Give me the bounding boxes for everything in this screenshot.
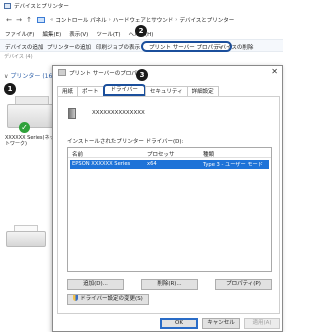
control-panel-icon [37, 17, 45, 23]
breadcrumb-separator-icon: › [175, 17, 178, 23]
tab-advanced[interactable]: 詳細設定 [186, 86, 219, 96]
breadcrumb-control-panel[interactable]: コントロール パネル [55, 16, 106, 24]
command-bar: デバイスの追加 プリンターの追加 印刷ジョブの表示 プリント サーバー プロパテ… [0, 39, 283, 52]
server-name: XXXXXXXXXXXXXX [92, 110, 145, 116]
add-driver-button[interactable]: 追加(D)... [67, 279, 124, 290]
see-print-queue-button[interactable]: 印刷ジョブの表示 [96, 43, 140, 51]
driver-list[interactable]: 名前 プロセッサ 種類 EPSON XXXXXX Series x64 Type… [67, 147, 272, 272]
devices-group-header[interactable]: デバイス (4) [4, 53, 33, 60]
tab-ports[interactable]: ポート [77, 86, 104, 96]
close-icon[interactable]: ✕ [271, 67, 278, 76]
printer-body-part [6, 231, 46, 247]
ok-button[interactable]: OK [160, 318, 198, 329]
printer-label[interactable]: XXXXXX Series(ネットワーク) [5, 135, 57, 147]
devices-and-printers-icon [4, 3, 11, 9]
dialog-titlebar: プリント サーバーのプロパティ ✕ [53, 66, 282, 79]
printer-icon[interactable] [6, 225, 46, 251]
driver-type: Type 3 - ユーザー モード [203, 162, 263, 168]
tab-paper[interactable]: 用紙 [57, 86, 79, 96]
printers-group-header[interactable]: ∨ プリンター (16) [4, 71, 55, 80]
step-badge-1: 1 [4, 83, 16, 95]
up-arrow-icon[interactable]: ↑ [24, 16, 34, 24]
apply-button[interactable]: 適用(A) [244, 318, 280, 329]
remove-driver-button[interactable]: 削除(R)... [141, 279, 198, 290]
cancel-button[interactable]: キャンセル [202, 318, 240, 329]
menu-tools[interactable]: ツール(T) [96, 30, 120, 38]
tab-drivers[interactable]: ドライバー [102, 84, 146, 96]
menu-file[interactable]: ファイル(F) [5, 30, 34, 38]
installed-drivers-label: インストールされたプリンター ドライバー(D): [67, 139, 184, 145]
change-driver-settings-label: ドライバー設定の変更(S) [80, 296, 143, 302]
breadcrumb-separator-icon: › [108, 17, 111, 23]
default-check-icon: ✓ [19, 122, 30, 133]
back-arrow-icon[interactable]: ← [4, 16, 14, 24]
add-printer-button[interactable]: プリンターの追加 [47, 43, 91, 51]
chevron-down-icon: ∨ [4, 73, 9, 80]
breadcrumb: « コントロール パネル › ハードウェアとサウンド › デバイスとプリンター [37, 16, 234, 24]
tab-security[interactable]: セキュリティ [144, 86, 188, 96]
uac-shield-icon [73, 295, 79, 301]
driver-properties-label: プロパティ(P) [226, 281, 261, 287]
step-badge-2: 2 [135, 25, 147, 37]
forward-arrow-icon[interactable]: → [14, 16, 24, 24]
column-name[interactable]: 名前 [72, 150, 83, 158]
server-icon [68, 108, 76, 119]
driver-processor: x64 [147, 161, 157, 167]
window-titlebar: デバイスとプリンター [0, 0, 283, 12]
table-row[interactable]: EPSON XXXXXX Series x64 Type 3 - ユーザー モー… [70, 160, 269, 169]
window-title: デバイスとプリンター [14, 4, 69, 10]
print-server-properties-dialog: プリント サーバーのプロパティ ✕ 用紙 ポート ドライバー セキュリティ 詳細… [52, 65, 283, 332]
add-device-button[interactable]: デバイスの追加 [5, 43, 43, 51]
tab-strip: 用紙 ポート ドライバー セキュリティ 詳細設定 [57, 84, 219, 96]
printer-body-part [7, 104, 57, 128]
menu-edit[interactable]: 編集(E) [42, 30, 61, 38]
breadcrumb-overflow-icon[interactable]: « [50, 17, 53, 23]
driver-list-header: 名前 プロセッサ 種類 [68, 148, 271, 158]
column-type[interactable]: 種類 [203, 150, 214, 158]
remove-device-button[interactable]: デバイスの削除 [215, 43, 253, 51]
printers-group-label: プリンター (16) [10, 73, 55, 80]
driver-properties-button[interactable]: プロパティ(P) [215, 279, 272, 290]
menu-view[interactable]: 表示(V) [69, 30, 88, 38]
drivers-tab-panel: XXXXXXXXXXXXXX インストールされたプリンター ドライバー(D): … [57, 96, 280, 314]
driver-name: EPSON XXXXXX Series [72, 161, 131, 167]
column-processor[interactable]: プロセッサ [147, 150, 175, 158]
breadcrumb-devices-printers[interactable]: デバイスとプリンター [179, 16, 234, 24]
change-driver-settings-button[interactable]: ドライバー設定の変更(S) [67, 294, 149, 305]
step-badge-3: 3 [136, 69, 148, 81]
printer-icon [58, 69, 66, 76]
breadcrumb-hardware-sound[interactable]: ハードウェアとサウンド [113, 16, 173, 24]
